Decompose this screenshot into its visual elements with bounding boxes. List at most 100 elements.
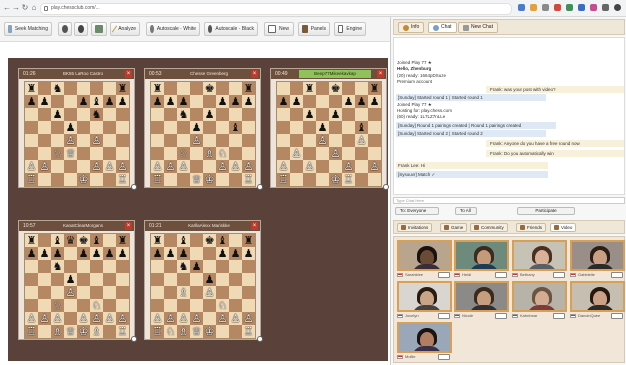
- chess-piece-square[interactable]: ♙: [216, 312, 229, 325]
- chess-piece-square[interactable]: ♞: [177, 260, 190, 273]
- chess-piece-square[interactable]: ♟: [103, 247, 116, 260]
- chess-piece-square[interactable]: ♟: [329, 108, 342, 121]
- board-square[interactable]: [277, 134, 290, 147]
- tab-invitations[interactable]: Invitations: [397, 223, 433, 232]
- video-options-button[interactable]: [495, 272, 507, 278]
- board-square[interactable]: [51, 273, 64, 286]
- board-square[interactable]: [38, 325, 51, 338]
- board-square[interactable]: [151, 273, 164, 286]
- new-window-button[interactable]: New: [264, 22, 294, 36]
- board-square[interactable]: [342, 82, 355, 95]
- board-square[interactable]: [77, 82, 90, 95]
- board-square[interactable]: [151, 134, 164, 147]
- board-square[interactable]: [164, 121, 177, 134]
- board-square[interactable]: [164, 82, 177, 95]
- chess-piece-square[interactable]: ♙: [64, 286, 77, 299]
- board-square[interactable]: [103, 286, 116, 299]
- chess-piece-square[interactable]: ♙: [164, 312, 177, 325]
- chess-piece-square[interactable]: ♚: [329, 82, 342, 95]
- chess-piece-square[interactable]: ♟: [64, 273, 77, 286]
- board-square[interactable]: [64, 173, 77, 186]
- board-square[interactable]: [103, 108, 116, 121]
- video-options-button[interactable]: [495, 313, 507, 319]
- board-square[interactable]: [203, 134, 216, 147]
- board-square[interactable]: [25, 147, 38, 160]
- chess-piece-square[interactable]: ♙: [38, 312, 51, 325]
- chess-board[interactable]: ♜ ♚ ♜ ♟ ♟ ♟ ♟ ♟ ♟ ♟ ♟ ♝ ♙ ♙ ♙ ♙ ♙ ♙ ♙ ♙ ♖ ♔ ♖: [276, 81, 382, 187]
- board-square[interactable]: [103, 147, 116, 160]
- board-square[interactable]: [229, 108, 242, 121]
- chess-piece-square[interactable]: ♙: [116, 160, 129, 173]
- board-square[interactable]: [151, 108, 164, 121]
- board-square[interactable]: [316, 173, 329, 186]
- chess-piece-square[interactable]: ♔: [77, 325, 90, 338]
- board-square[interactable]: [316, 82, 329, 95]
- board-square[interactable]: [316, 95, 329, 108]
- chess-piece-square[interactable]: ♘: [51, 147, 64, 160]
- chess-piece-square[interactable]: ♙: [229, 312, 242, 325]
- chess-piece-square[interactable]: ♙: [38, 160, 51, 173]
- board-square[interactable]: [190, 299, 203, 312]
- board-square[interactable]: [103, 260, 116, 273]
- home-icon[interactable]: ⌂: [29, 3, 39, 13]
- chess-piece-square[interactable]: ♗: [177, 286, 190, 299]
- chess-piece-square[interactable]: ♙: [151, 160, 164, 173]
- chess-piece-square[interactable]: ♜: [151, 234, 164, 247]
- close-icon[interactable]: ×: [125, 222, 132, 230]
- extension-icon[interactable]: [542, 4, 549, 11]
- board-square[interactable]: [25, 260, 38, 273]
- board-square[interactable]: [329, 95, 342, 108]
- board-square[interactable]: [51, 173, 64, 186]
- chess-piece-square[interactable]: ♙: [277, 160, 290, 173]
- board-square[interactable]: [190, 273, 203, 286]
- chess-piece-square[interactable]: ♗: [203, 147, 216, 160]
- chess-piece-square[interactable]: ♜: [242, 234, 255, 247]
- chess-piece-square[interactable]: ♟: [177, 247, 190, 260]
- board-square[interactable]: [177, 82, 190, 95]
- board-square[interactable]: [90, 286, 103, 299]
- chess-piece-square[interactable]: ♖: [277, 173, 290, 186]
- chess-piece-square[interactable]: ♟: [355, 95, 368, 108]
- chess-piece-square[interactable]: ♟: [51, 108, 64, 121]
- profile-icon[interactable]: [614, 4, 621, 11]
- chess-piece-square[interactable]: ♙: [77, 312, 90, 325]
- board-square[interactable]: [242, 147, 255, 160]
- chess-piece-square[interactable]: ♙: [103, 312, 116, 325]
- board-square[interactable]: [116, 273, 129, 286]
- chess-piece-square[interactable]: ♕: [64, 147, 77, 160]
- board-square[interactable]: [103, 273, 116, 286]
- board-square[interactable]: [77, 273, 90, 286]
- chess-piece-square[interactable]: ♟: [190, 121, 203, 134]
- chess-piece-square[interactable]: ♟: [151, 95, 164, 108]
- board-square[interactable]: [329, 134, 342, 147]
- board-square[interactable]: [342, 147, 355, 160]
- extension-icon[interactable]: [602, 4, 609, 11]
- board-square[interactable]: [90, 273, 103, 286]
- board-square[interactable]: [103, 134, 116, 147]
- board-square[interactable]: [229, 260, 242, 273]
- board-square[interactable]: [355, 82, 368, 95]
- board-square[interactable]: [190, 247, 203, 260]
- resize-handle-icon[interactable]: [257, 336, 263, 342]
- video-options-button[interactable]: [611, 313, 623, 319]
- board-square[interactable]: [116, 260, 129, 273]
- autoscale-white-button[interactable]: Autoscale · White: [146, 22, 200, 36]
- board-square[interactable]: [103, 173, 116, 186]
- board-square[interactable]: [229, 82, 242, 95]
- board-square[interactable]: [77, 134, 90, 147]
- board-square[interactable]: [38, 82, 51, 95]
- resize-handle-icon[interactable]: [131, 336, 137, 342]
- board-square[interactable]: [203, 160, 216, 173]
- board-square[interactable]: [242, 299, 255, 312]
- board-square[interactable]: [38, 234, 51, 247]
- board-square[interactable]: [355, 173, 368, 186]
- chess-piece-square[interactable]: ♞: [177, 108, 190, 121]
- resize-handle-icon[interactable]: [131, 184, 137, 190]
- board-square[interactable]: [216, 260, 229, 273]
- board-square[interactable]: [242, 273, 255, 286]
- board-square[interactable]: [77, 147, 90, 160]
- board-square[interactable]: [290, 108, 303, 121]
- chess-piece-square[interactable]: ♝: [90, 234, 103, 247]
- extension-icon[interactable]: [518, 4, 525, 11]
- board-square[interactable]: [103, 234, 116, 247]
